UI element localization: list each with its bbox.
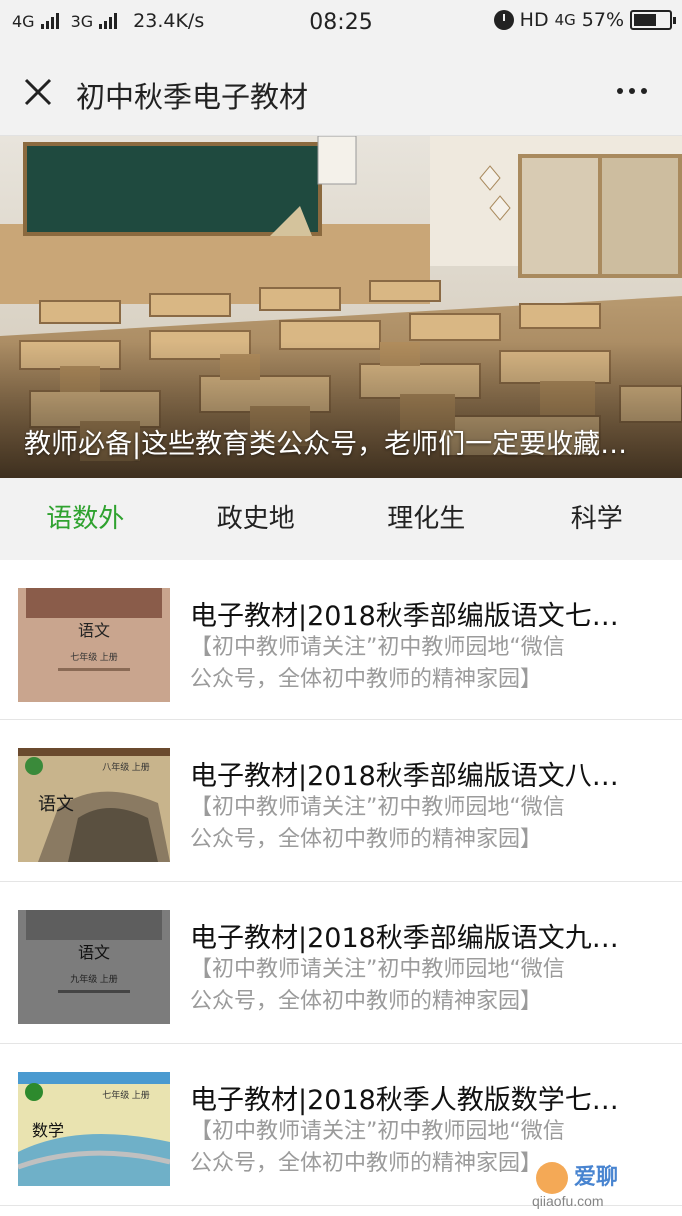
thumb-grade-text: 七年级 上册 — [102, 1089, 150, 1100]
network-speed: 23.4K/s — [133, 10, 204, 32]
thumb-grade-text: 七年级 上册 — [70, 651, 118, 662]
article-thumbnail: 数学 七年级 上册 — [18, 1072, 170, 1186]
article-list: 语文 七年级 上册 电子教材|2018秋季部编版语文七… 【初中教师请关注”初中… — [0, 560, 682, 1206]
thumb-cover-text: 语文 — [78, 944, 110, 962]
article-desc-line: 【初中教师请关注”初中教师园地“微信 — [190, 954, 650, 986]
article-thumbnail: 语文 九年级 上册 — [18, 910, 170, 1024]
article-desc-line: 公众号，全体初中教师的精神家园】 — [190, 986, 650, 1018]
article-desc-line: 【初中教师请关注”初中教师园地“微信 — [190, 1116, 650, 1148]
article-desc-line: 公众号，全体初中教师的精神家园】 — [190, 664, 650, 696]
thumb-grade-text: 九年级 上册 — [70, 973, 118, 984]
article-title: 电子教材|2018秋季人教版数学七… — [190, 1078, 662, 1117]
alarm-icon — [494, 10, 514, 30]
textbook-cover-image: 数学 七年级 上册 — [18, 1072, 170, 1186]
status-left: 4G 3G 23.4K/s — [12, 10, 204, 32]
close-icon — [18, 72, 58, 112]
thumb-cover-text: 语文 — [38, 794, 74, 814]
signal-icon-2 — [99, 13, 117, 29]
banner[interactable]: 教师必备|这些教育类公众号，老师们一定要收藏… — [0, 136, 682, 478]
more-dot-icon — [641, 88, 647, 94]
article-desc: 【初中教师请关注”初中教师园地“微信 公众号，全体初中教师的精神家园】 — [190, 792, 650, 856]
more-dot-icon — [617, 88, 623, 94]
article-item[interactable]: 语文 八年级 上册 电子教材|2018秋季部编版语文八… 【初中教师请关注”初中… — [0, 720, 682, 882]
tab-lihuasheng[interactable]: 理化生 — [341, 478, 512, 560]
article-desc: 【初中教师请关注”初中教师园地“微信 公众号，全体初中教师的精神家园】 — [190, 632, 650, 696]
banner-caption: 教师必备|这些教育类公众号，老师们一定要收藏… — [24, 422, 682, 462]
tab-kexue[interactable]: 科学 — [512, 478, 682, 560]
battery-icon — [630, 10, 672, 30]
article-thumbnail: 语文 七年级 上册 — [18, 588, 170, 702]
network-type-1: 4G — [12, 12, 35, 31]
article-title: 电子教材|2018秋季部编版语文八… — [190, 754, 662, 793]
more-dot-icon — [629, 88, 635, 94]
status-right: HD 4G 57% — [494, 9, 672, 31]
article-title: 电子教材|2018秋季部编版语文七… — [190, 594, 662, 633]
textbook-cover-image: 语文 九年级 上册 — [18, 910, 170, 1024]
article-title: 电子教材|2018秋季部编版语文九… — [190, 916, 662, 955]
close-button[interactable] — [18, 72, 58, 112]
thumb-grade-text: 八年级 上册 — [102, 761, 150, 772]
article-desc-line: 公众号，全体初中教师的精神家园】 — [190, 1148, 650, 1180]
article-desc-line: 公众号，全体初中教师的精神家园】 — [190, 824, 650, 856]
article-desc: 【初中教师请关注”初中教师园地“微信 公众号，全体初中教师的精神家园】 — [190, 954, 650, 1018]
article-desc-line: 【初中教师请关注”初中教师园地“微信 — [190, 632, 650, 664]
nav-bar: 初中秋季电子教材 — [0, 46, 682, 136]
textbook-cover-image: 语文 七年级 上册 — [18, 588, 170, 702]
more-button[interactable] — [612, 76, 652, 106]
network-type-2: 3G — [71, 12, 94, 31]
status-bar: 4G 3G 23.4K/s 08:25 HD 4G 57% — [0, 0, 682, 46]
tab-yushuwai[interactable]: 语数外 — [0, 478, 171, 560]
article-item[interactable]: 语文 九年级 上册 电子教材|2018秋季部编版语文九… 【初中教师请关注”初中… — [0, 882, 682, 1044]
battery-percent: 57% — [582, 9, 624, 31]
article-thumbnail: 语文 八年级 上册 — [18, 748, 170, 862]
network-type-right: 4G — [555, 11, 576, 29]
article-item[interactable]: 数学 七年级 上册 电子教材|2018秋季人教版数学七… 【初中教师请关注”初中… — [0, 1044, 682, 1206]
article-desc-line: 【初中教师请关注”初中教师园地“微信 — [190, 792, 650, 824]
page-title: 初中秋季电子教材 — [76, 74, 308, 116]
signal-icon — [41, 13, 59, 29]
category-tabs: 语数外 政史地 理化生 科学 — [0, 478, 682, 560]
thumb-cover-text: 数学 — [32, 1122, 64, 1140]
article-item[interactable]: 语文 七年级 上册 电子教材|2018秋季部编版语文七… 【初中教师请关注”初中… — [0, 560, 682, 720]
hd-indicator: HD — [520, 9, 549, 31]
textbook-cover-image: 语文 八年级 上册 — [18, 748, 170, 862]
tab-zhengshidi[interactable]: 政史地 — [171, 478, 342, 560]
article-desc: 【初中教师请关注”初中教师园地“微信 公众号，全体初中教师的精神家园】 — [190, 1116, 650, 1180]
thumb-cover-text: 语文 — [78, 622, 110, 640]
